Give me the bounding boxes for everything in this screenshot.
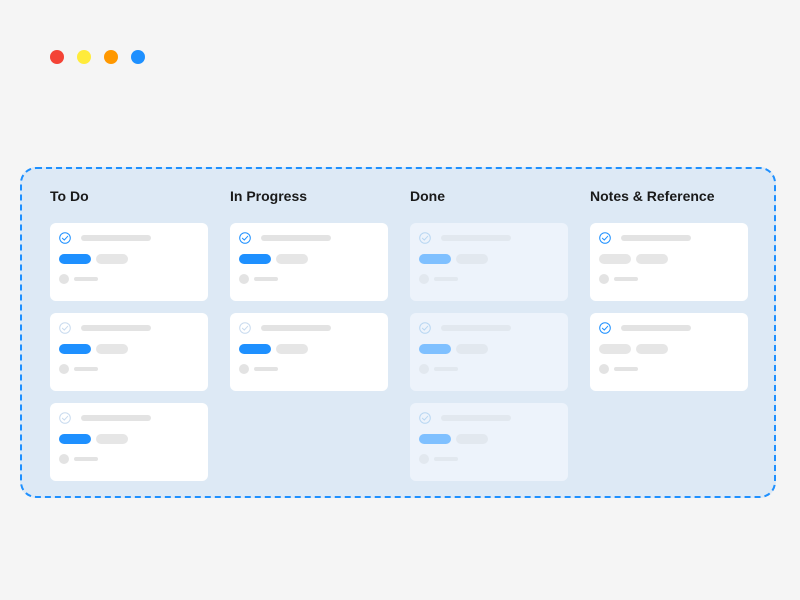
card-tag: [636, 254, 668, 264]
check-circle-icon[interactable]: [599, 232, 611, 244]
check-circle-icon[interactable]: [59, 232, 71, 244]
zoom-dot[interactable]: [104, 50, 118, 64]
task-card[interactable]: [410, 313, 568, 391]
check-circle-icon[interactable]: [59, 412, 71, 424]
card-title-placeholder: [261, 325, 331, 331]
extra-dot[interactable]: [131, 50, 145, 64]
card-title-placeholder: [81, 235, 151, 241]
card-meta-placeholder: [254, 277, 278, 281]
avatar: [419, 274, 429, 284]
card-meta-placeholder: [434, 457, 458, 461]
avatar: [599, 274, 609, 284]
card-title-placeholder: [621, 325, 691, 331]
task-card[interactable]: [590, 313, 748, 391]
card-title-placeholder: [441, 415, 511, 421]
card-tag: [59, 434, 91, 444]
column-title: Done: [410, 188, 445, 204]
check-circle-icon[interactable]: [239, 232, 251, 244]
card-tag: [419, 434, 451, 444]
card-tag: [239, 344, 271, 354]
card-tag: [96, 344, 128, 354]
card-title-placeholder: [261, 235, 331, 241]
card-title-placeholder: [621, 235, 691, 241]
avatar: [419, 454, 429, 464]
check-circle-icon[interactable]: [419, 232, 431, 244]
card-meta-placeholder: [434, 367, 458, 371]
card-meta-placeholder: [74, 367, 98, 371]
card-title-placeholder: [441, 325, 511, 331]
check-circle-icon[interactable]: [419, 322, 431, 334]
card-title-placeholder: [441, 235, 511, 241]
card-title-placeholder: [81, 325, 151, 331]
minimize-dot[interactable]: [77, 50, 91, 64]
task-card[interactable]: [50, 313, 208, 391]
check-circle-icon[interactable]: [599, 322, 611, 334]
avatar: [59, 364, 69, 374]
avatar: [59, 454, 69, 464]
card-meta-placeholder: [74, 457, 98, 461]
card-tag: [59, 254, 91, 264]
check-circle-icon[interactable]: [59, 322, 71, 334]
card-meta-placeholder: [614, 277, 638, 281]
card-meta-placeholder: [74, 277, 98, 281]
task-card[interactable]: [230, 223, 388, 301]
card-tag: [276, 254, 308, 264]
task-card[interactable]: [590, 223, 748, 301]
card-tag: [599, 344, 631, 354]
check-circle-icon[interactable]: [239, 322, 251, 334]
task-card[interactable]: [410, 223, 568, 301]
card-tag: [419, 344, 451, 354]
card-tag: [239, 254, 271, 264]
card-tag: [599, 254, 631, 264]
avatar: [599, 364, 609, 374]
card-tag: [96, 434, 128, 444]
column-title: Notes & Reference: [590, 188, 715, 204]
card-meta-placeholder: [434, 277, 458, 281]
check-circle-icon[interactable]: [419, 412, 431, 424]
task-card[interactable]: [410, 403, 568, 481]
task-card[interactable]: [50, 223, 208, 301]
task-card[interactable]: [50, 403, 208, 481]
avatar: [239, 364, 249, 374]
column-title: In Progress: [230, 188, 308, 204]
card-tag: [96, 254, 128, 264]
card-tag: [456, 434, 488, 444]
card-tag: [636, 344, 668, 354]
card-tag: [59, 344, 91, 354]
card-tag: [276, 344, 308, 354]
card-tag: [456, 254, 488, 264]
avatar: [59, 274, 69, 284]
card-tag: [456, 344, 488, 354]
card-meta-placeholder: [614, 367, 638, 371]
window-controls: [50, 50, 145, 64]
close-dot[interactable]: [50, 50, 64, 64]
card-meta-placeholder: [254, 367, 278, 371]
avatar: [419, 364, 429, 374]
card-tag: [419, 254, 451, 264]
task-card[interactable]: [230, 313, 388, 391]
kanban-board: To Do In Progress Done Notes & Reference: [20, 167, 776, 498]
avatar: [239, 274, 249, 284]
column-title: To Do: [50, 188, 89, 204]
card-title-placeholder: [81, 415, 151, 421]
